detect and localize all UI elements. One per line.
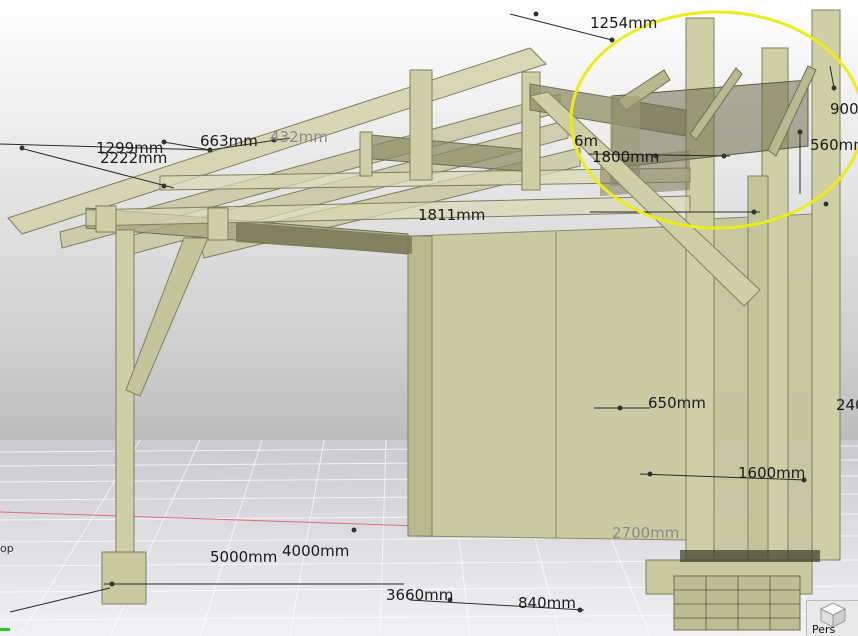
dim-label-1600[interactable]: 1600mm <box>738 464 805 482</box>
dim-label-240[interactable]: 240 <box>836 396 858 414</box>
dim-label-5000[interactable]: 5000mm <box>210 548 277 566</box>
dim-label-560[interactable]: 560mm <box>810 136 858 154</box>
dim-label-3660[interactable]: 3660mm <box>386 586 453 604</box>
dim-label-663[interactable]: 663mm <box>200 132 258 150</box>
back-wall[interactable] <box>407 225 691 541</box>
dim-label-650[interactable]: 650mm <box>648 394 706 412</box>
dim-label-1800[interactable]: 1800mm <box>592 148 659 166</box>
dim-label-432[interactable]: 432mm <box>270 128 328 146</box>
scene-canvas[interactable]: 1254mm 1299mm 2222mm 663mm 432mm 6m 1800… <box>0 0 858 636</box>
axis-label: op <box>0 542 14 555</box>
dim-label-840[interactable]: 840mm <box>518 594 576 612</box>
dim-label-900[interactable]: 900 <box>830 100 858 118</box>
dim-label-4000[interactable]: 4000mm <box>282 542 349 560</box>
dim-label-1254[interactable]: 1254mm <box>590 14 657 32</box>
y-axis-marker <box>0 628 10 631</box>
3d-viewport[interactable]: 1254mm 1299mm 2222mm 663mm 432mm 6m 1800… <box>0 0 858 636</box>
dim-label-1811[interactable]: 1811mm <box>418 206 485 224</box>
dim-label-2700[interactable]: 2700mm <box>612 524 679 542</box>
projection-label[interactable]: Pers <box>812 623 835 636</box>
dim-label-2222[interactable]: 2222mm <box>100 149 167 167</box>
